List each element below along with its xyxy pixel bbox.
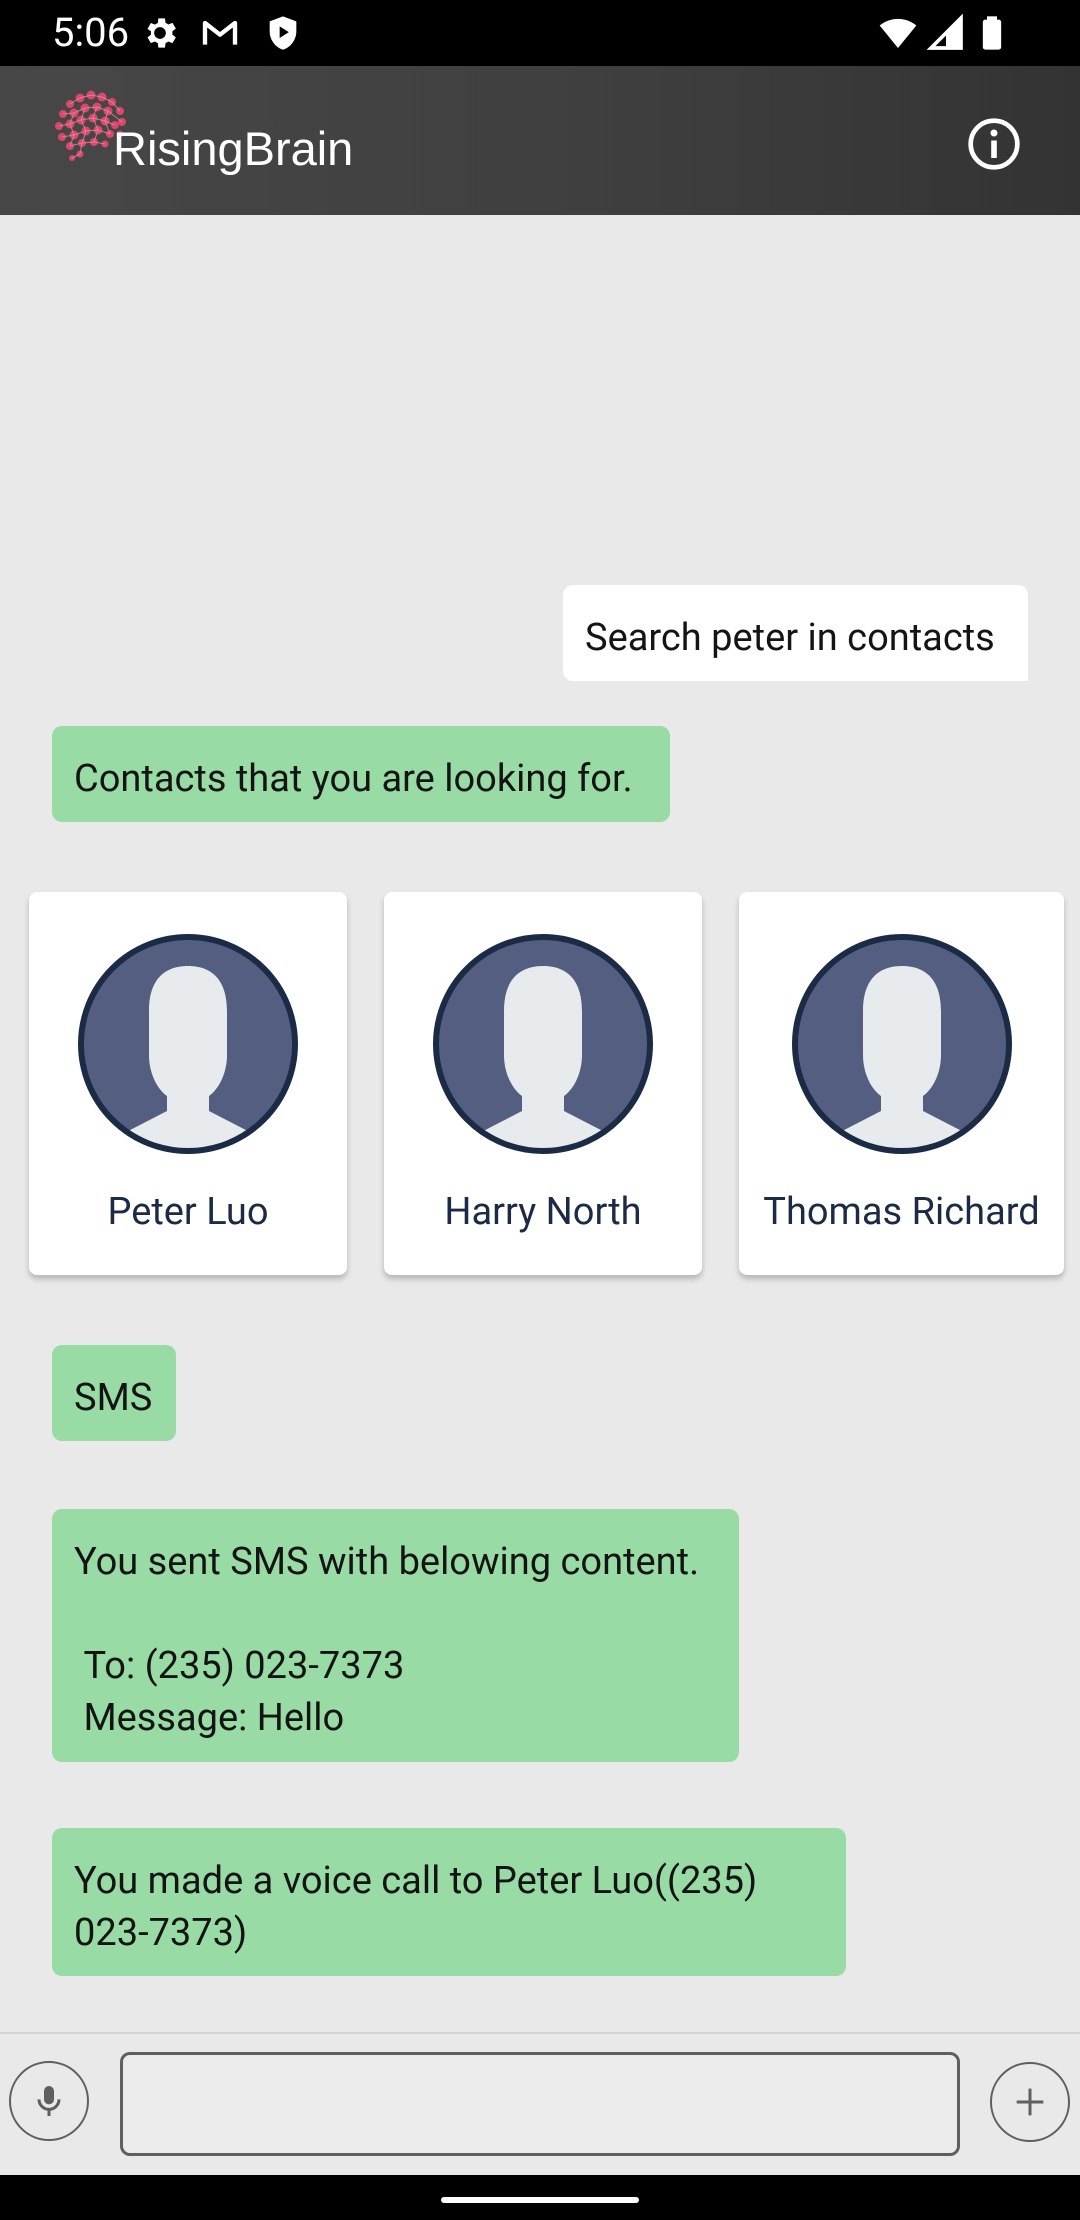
user-message-bubble: Search peter in contacts (563, 585, 1028, 681)
home-indicator[interactable] (441, 2197, 639, 2203)
contact-name: Thomas Richard (763, 1190, 1040, 1234)
gmail-icon (202, 20, 238, 45)
status-bar: 5:06 (0, 0, 1080, 66)
contact-card-harry-north[interactable]: Harry North (384, 892, 702, 1275)
navigation-bar (0, 2175, 1080, 2220)
input-bar (0, 2032, 1080, 2175)
add-button[interactable] (990, 2062, 1070, 2142)
status-time: 5:06 (52, 9, 130, 56)
play-protect-icon (269, 16, 297, 50)
message-input[interactable] (120, 2052, 960, 2156)
chat-area[interactable]: Search peter in contacts Contacts that y… (0, 215, 1080, 2032)
app-bar: RisingBrain (0, 66, 1080, 215)
settings-icon (147, 18, 176, 48)
plus-icon (1016, 2088, 1044, 2116)
signal-icon (926, 13, 963, 50)
contact-card-thomas-richard[interactable]: Thomas Richard (739, 892, 1064, 1275)
sms-label-bubble: SMS (52, 1345, 176, 1441)
contact-name: Peter Luo (107, 1190, 269, 1234)
contact-avatar-icon (78, 934, 298, 1154)
bot-message-bubble: Contacts that you are looking for. (52, 726, 670, 822)
battery-icon (982, 16, 1002, 50)
contact-card-peter-luo[interactable]: Peter Luo (29, 892, 347, 1275)
app-title: RisingBrain (113, 122, 354, 175)
microphone-icon (37, 2086, 61, 2116)
wifi-icon (879, 18, 917, 48)
contact-name: Harry North (444, 1190, 642, 1234)
microphone-button[interactable] (9, 2061, 89, 2141)
voice-call-bubble: You made a voice call to Peter Luo((235)… (52, 1828, 846, 1976)
sms-sent-bubble: You sent SMS with belowing content. To: … (52, 1509, 739, 1762)
info-icon[interactable] (966, 116, 1022, 172)
contact-avatar-icon (433, 934, 653, 1154)
contact-avatar-icon (792, 934, 1012, 1154)
